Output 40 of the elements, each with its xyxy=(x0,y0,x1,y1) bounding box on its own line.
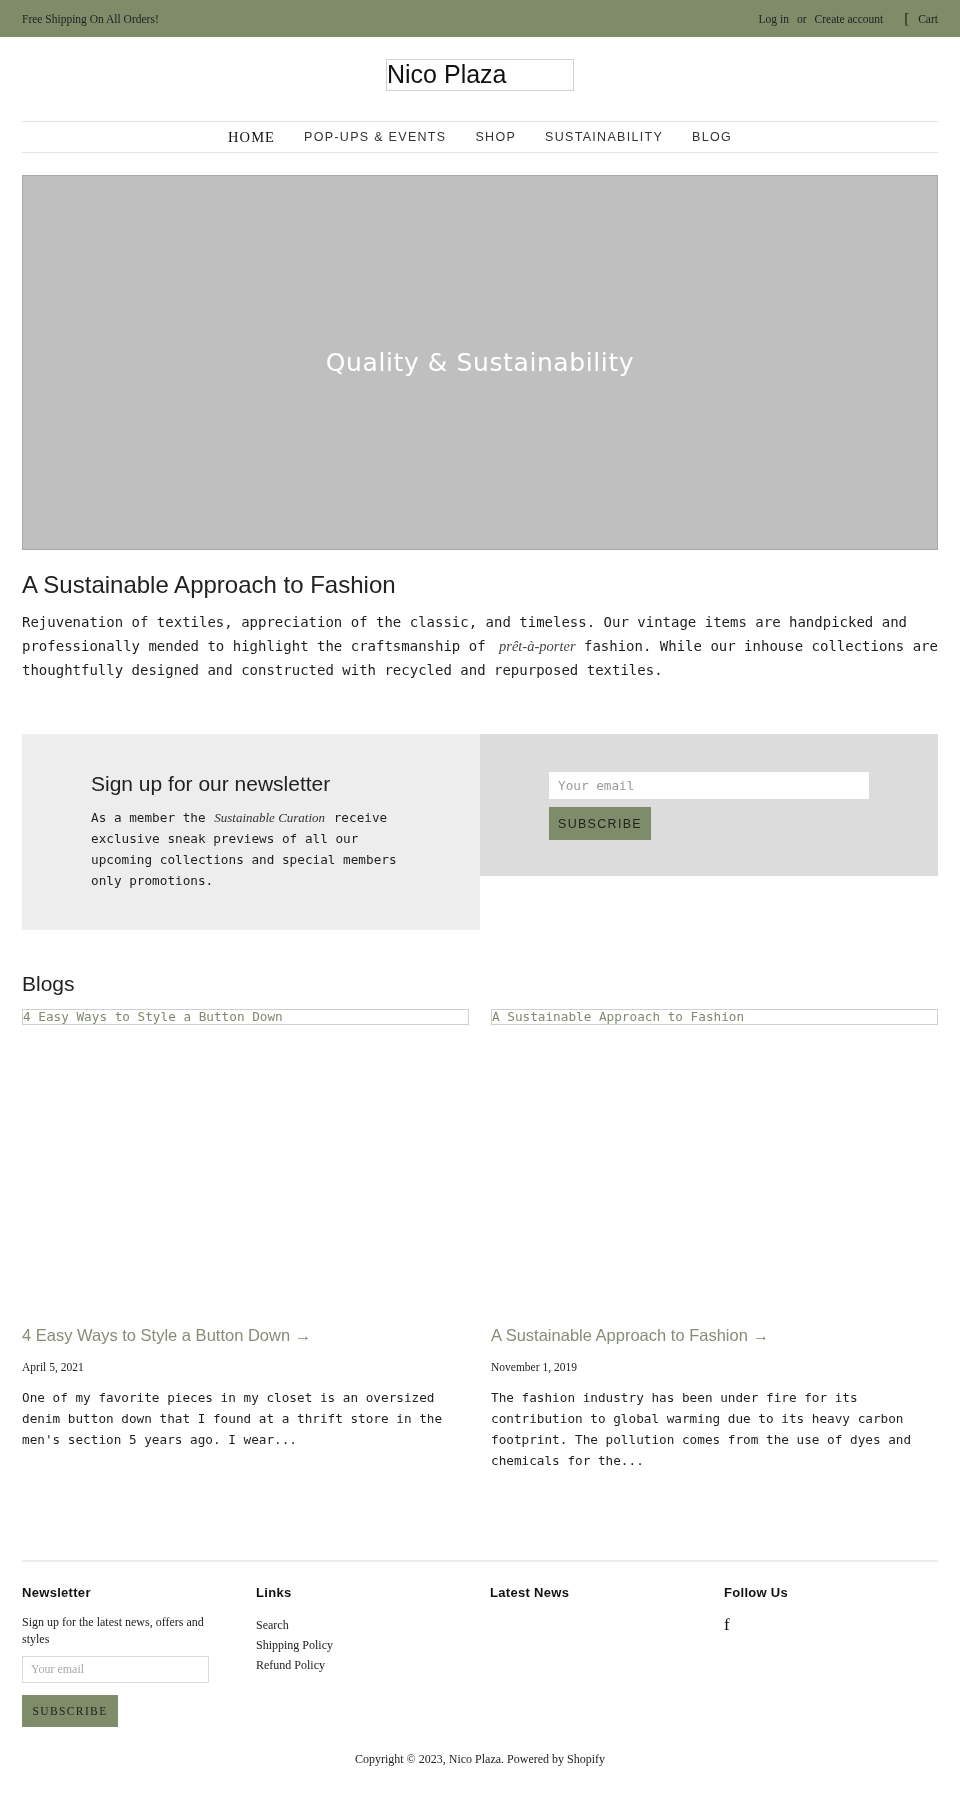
blog-title-link[interactable]: 4 Easy Ways to Style a Button Down → xyxy=(22,1325,469,1345)
blog-image[interactable]: A Sustainable Approach to Fashion xyxy=(491,1009,938,1025)
announcement-text: Free Shipping On All Orders! xyxy=(22,12,159,25)
footer-heading: Newsletter xyxy=(22,1585,92,1601)
newsletter-text: As a member the Sustainable Curation receive exclusive sneak previews of all our upcoming collections and special members only promotions. xyxy=(91,809,398,890)
nav-link[interactable]: POP-UPS & EVENTS xyxy=(289,130,461,144)
footer-text: Sign up for the latest news, offers and styles xyxy=(22,1614,205,1648)
blog-excerpt: One of my favorite pieces in my closet is an oversized denim button down that I found at a thrift store in the men's section 5 years ago. I wear... xyxy=(22,1389,444,1449)
intro-text: Rejuvenation of textiles, appreciation of the classic, and timeless. Our vintage items are handpicked and professionally mended to highlight the craftsmanship of prêt-à-porter fashion. While our inhouse collections are thoughtfully designed and constructed with recycled and repurposed textiles. xyxy=(22,613,938,680)
copyright-text: Copyright © 2023, Nico Plaza. Powered by Shopify xyxy=(353,1751,607,1767)
hero-caption: Quality & Sustainability xyxy=(325,348,635,377)
subscribe-button[interactable]: SUBSCRIBE xyxy=(549,807,651,840)
footer-link[interactable]: Shipping Policy xyxy=(256,1635,333,1655)
login-link[interactable]: Log in xyxy=(758,12,789,25)
blogs-heading: Blogs xyxy=(22,972,76,996)
blog-excerpt: The fashion industry has been under fire for its contribution to global warming due to its heavy carbon footprint. The pollution comes from the use of dyes and chemicals for the... xyxy=(491,1389,913,1470)
footer-email-field[interactable]: Your email xyxy=(22,1656,209,1683)
nav-link[interactable]: HOME xyxy=(213,128,290,146)
blog-date: November 1, 2019 xyxy=(491,1360,578,1374)
footer-heading: Follow Us xyxy=(724,1585,790,1601)
footer-link[interactable]: Refund Policy xyxy=(256,1655,325,1675)
blog-image[interactable]: 4 Easy Ways to Style a Button Down xyxy=(22,1009,469,1025)
section-heading: A Sustainable Approach to Fashion xyxy=(22,570,397,600)
bracket-icon: [ xyxy=(904,11,910,26)
newsletter-heading: Sign up for our newsletter xyxy=(91,771,332,797)
footer-subscribe-button[interactable]: SUBSCRIBE xyxy=(22,1695,118,1727)
footer-link[interactable]: Search xyxy=(256,1615,289,1635)
footer-heading: Latest News xyxy=(490,1585,571,1601)
nav-link[interactable]: SHOP xyxy=(460,130,531,144)
logo[interactable]: Nico Plaza xyxy=(386,59,574,91)
blog-title-link[interactable]: A Sustainable Approach to Fashion → xyxy=(491,1325,938,1345)
nav-link[interactable]: SUSTAINABILITY xyxy=(530,130,678,144)
social-link[interactable]: f xyxy=(724,1615,730,1635)
footer-heading: Links xyxy=(256,1585,293,1601)
email-field[interactable]: Your email xyxy=(549,772,869,799)
cart-link[interactable]: [ Cart xyxy=(904,11,938,26)
nav-link[interactable]: BLOG xyxy=(677,130,747,144)
blog-date: April 5, 2021 xyxy=(22,1360,85,1374)
separator-text: or xyxy=(796,12,807,25)
create-account-link[interactable]: Create account xyxy=(814,12,884,25)
